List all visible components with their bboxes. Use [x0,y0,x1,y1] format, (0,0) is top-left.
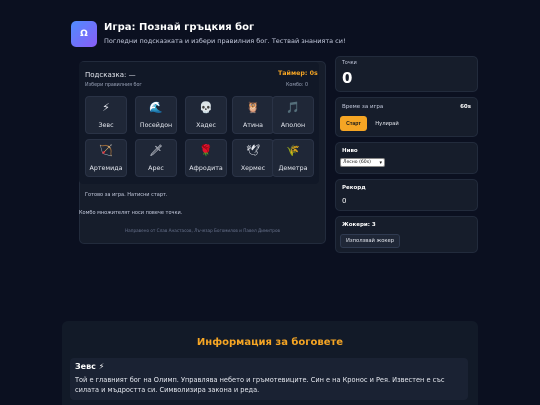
lightning-icon: ⚡ [102,101,110,114]
start-button[interactable]: Старт [340,116,367,131]
dagger-icon: 🗡 [149,144,163,157]
god-name: Зевс [98,122,114,129]
omega-logo-icon: Ω [71,21,97,47]
record-label: Рекорд [342,185,366,191]
owl-icon: 🦉 [246,101,260,114]
reset-button[interactable]: Нулирай [372,116,402,131]
god-name: Деметра [278,165,308,172]
god-button-hermes[interactable]: 🕊 Хермес [232,139,274,177]
god-name: Артемида [89,165,123,172]
god-button-demeter[interactable]: 🌾 Деметра [272,139,314,177]
timer-display: Таймер: 0s [278,70,318,77]
rose-icon: 🌹 [199,144,213,157]
game-time-label: Време за игра [342,104,384,110]
music-note-icon: 🎵 [286,101,300,114]
god-button-zeus[interactable]: ⚡ Зевс [85,96,127,134]
god-name: Атина [242,122,264,129]
god-name: Арес [148,165,164,172]
combo-display: Комбо: 0 [286,83,309,88]
points-value: 0 [342,69,353,87]
god-name: Посейдон [139,122,173,129]
app-header: Ω Игра: Познай гръцкия бог Погледни подс… [71,21,471,51]
status-message: Готово за игра. Натисни старт. [85,192,168,198]
god-name: Хадес [196,122,216,129]
level-select-value: Лесно (60s) [343,160,371,165]
hint-subtitle: Избери правилния бог [85,83,142,88]
god-button-artemis[interactable]: 🏹 Артемида [85,139,127,177]
god-name: Хермес [240,165,266,172]
wave-icon: 🌊 [149,101,163,114]
god-name: Аполон [280,122,306,129]
god-button-aphrodite[interactable]: 🌹 Афродита [185,139,227,177]
points-card: Точки 0 [335,56,478,92]
dove-icon: 🕊 [246,144,260,157]
god-name: Афродита [189,165,223,172]
jokers-label: Жокери: 3 [342,222,376,228]
god-button-athena[interactable]: 🦉 Атина [232,96,274,134]
god-button-ares[interactable]: 🗡 Арес [135,139,177,177]
info-title: Информация за боговете [196,337,344,348]
level-select[interactable]: Лесно (60s) ▾ [340,158,385,167]
points-label: Точки [342,61,357,66]
hint-title: Подсказка: — [85,71,136,79]
god-info-text: Той е главният бог на Олимп. Управлява н… [75,376,445,394]
god-button-poseidon[interactable]: 🌊 Посейдон [135,96,177,134]
god-button-apollo[interactable]: 🎵 Аполон [272,96,314,134]
skull-icon: 💀 [199,101,213,114]
level-label: Ниво [342,148,358,154]
record-value: 0 [342,197,347,205]
page-title: Игра: Познай гръцкия бог [104,22,255,33]
god-info-heading: Зевс ⚡ [75,362,105,371]
wheat-icon: 🌾 [286,144,300,157]
god-button-hades[interactable]: 💀 Хадес [185,96,227,134]
use-joker-button[interactable]: Използвай жокер [340,234,400,248]
record-card: Рекорд 0 [335,179,478,211]
page-subtitle: Погледни подсказката и избери правилния … [104,37,346,45]
bow-icon: 🏹 [99,144,113,157]
chevron-down-icon: ▾ [379,160,382,166]
combo-note: Комбо множителят носи повече точки. [79,210,183,216]
game-time-value: 60s [460,104,471,110]
